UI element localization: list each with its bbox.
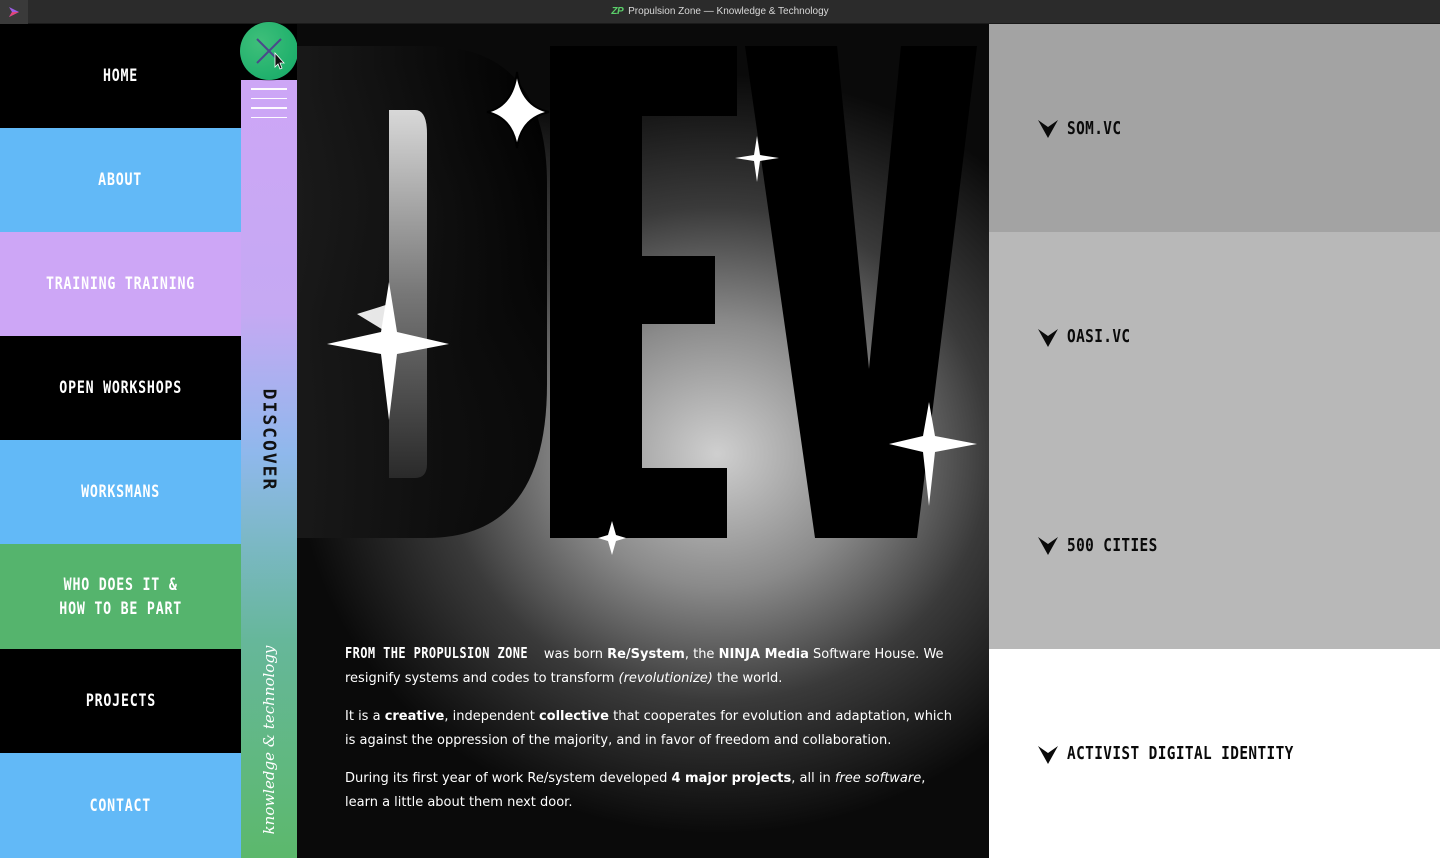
- discover-link[interactable]: DISCOVER: [259, 389, 280, 492]
- hero-lead: FROM THE PROPULSION ZONE: [345, 644, 528, 662]
- big-letter-e: [550, 46, 737, 538]
- nav-item-training[interactable]: TRAINING TRAINING: [0, 232, 241, 336]
- projects-column: SOM.VC OASI.VC 500 CITIES ACTIVIST DIGIT…: [989, 24, 1440, 858]
- nav-item-label: HOME: [102, 66, 139, 86]
- tagline: knowledge & technology: [260, 645, 278, 835]
- nav-item-label: PROJECTS: [85, 691, 156, 711]
- nav-item-open-workshops[interactable]: OPEN WORKSHOPS: [0, 336, 241, 440]
- hamburger-menu-icon[interactable]: [251, 88, 287, 124]
- app-logo-icon[interactable]: [0, 0, 28, 24]
- nav-item-worksmans[interactable]: WORKSMANS: [0, 440, 241, 544]
- nav-item-label: ABOUT: [98, 170, 143, 190]
- title-logo: ZP: [611, 6, 624, 17]
- hero-paragraph-1: FROM THE PROPULSION ZONE was born Re/Sys…: [345, 641, 955, 691]
- project-label: SOM.VC: [1067, 117, 1122, 139]
- project-item-500-cities[interactable]: 500 CITIES: [989, 441, 1440, 649]
- nav-item-label: WHO DOES IT & HOW TO BE PART: [59, 574, 182, 619]
- hero-description: FROM THE PROPULSION ZONE was born Re/Sys…: [345, 641, 955, 829]
- project-label: 500 CITIES: [1067, 534, 1158, 556]
- nav-item-contact[interactable]: CONTACT: [0, 753, 241, 858]
- close-menu-button[interactable]: [240, 22, 298, 80]
- close-icon: [256, 38, 285, 70]
- chevron-down-icon: [1038, 120, 1058, 138]
- project-item-som[interactable]: SOM.VC: [989, 24, 1440, 232]
- chevron-down-icon: [1038, 328, 1058, 347]
- hero-paragraph-3: During its first year of work Re/system …: [345, 771, 926, 810]
- nav-item-home[interactable]: HOME: [0, 24, 241, 128]
- chevron-down-icon: [1038, 537, 1058, 555]
- window-title-bar: ZP Propulsion Zone — Knowledge & Technol…: [0, 0, 1440, 24]
- project-item-oasi[interactable]: OASI.VC: [989, 232, 1440, 441]
- project-item-activist-digital-identity[interactable]: ACTIVIST DIGITAL IDENTITY: [989, 649, 1440, 858]
- project-label: ACTIVIST DIGITAL IDENTITY: [1067, 743, 1294, 764]
- chevron-down-icon: [1038, 745, 1058, 764]
- nav-item-label: WORKSMANS: [81, 482, 160, 502]
- hero-paragraph-2: It is a creative, independent collective…: [345, 709, 952, 748]
- hero-section: FROM THE PROPULSION ZONE was born Re/Sys…: [297, 24, 989, 858]
- nav-item-about[interactable]: ABOUT: [0, 128, 241, 232]
- nav-item-label: TRAINING TRAINING: [46, 274, 195, 294]
- nav-item-projects[interactable]: PROJECTS: [0, 649, 241, 753]
- window-title: ZP Propulsion Zone — Knowledge & Technol…: [611, 6, 828, 17]
- window-title-text: Propulsion Zone — Knowledge & Technology: [628, 6, 829, 17]
- nav-item-who-does-it[interactable]: WHO DOES IT & HOW TO BE PART: [0, 544, 241, 649]
- big-letter-v: [745, 46, 977, 538]
- nav-item-label: CONTACT: [89, 795, 152, 816]
- nav-item-label: OPEN WORKSHOPS: [59, 378, 182, 398]
- project-label: OASI.VC: [1067, 326, 1131, 347]
- main-nav: HOME ABOUT TRAINING TRAINING OPEN WORKSH…: [0, 24, 241, 858]
